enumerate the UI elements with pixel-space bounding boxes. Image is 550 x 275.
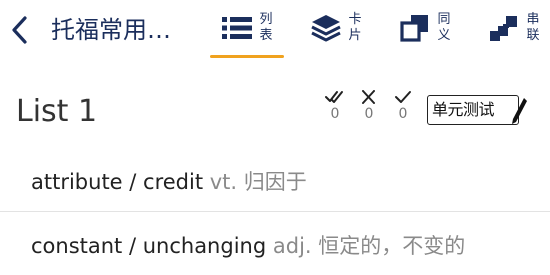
stat-wrong-count: 0 — [364, 106, 374, 122]
tab-synonyms-label: 同义 — [437, 12, 451, 43]
word-entry: constant / unchanging adj. 恒定的，不变的 — [31, 231, 465, 261]
tab-chain-label: 串联 — [526, 12, 540, 43]
word-meaning: 归因于 — [243, 170, 307, 194]
stat-correct: 0 — [393, 90, 413, 122]
stat-correct-count: 0 — [398, 106, 408, 122]
tab-list[interactable]: 列表 — [222, 12, 280, 46]
tab-synonyms[interactable]: 同义 — [400, 12, 458, 46]
word-row[interactable]: constant / unchanging adj. 恒定的，不变的 — [0, 217, 550, 275]
word-row[interactable]: attribute / credit vt. 归因于 — [0, 154, 550, 212]
word-text: constant / unchanging — [31, 234, 267, 258]
list-title: List 1 — [16, 94, 98, 129]
chain-steps-icon — [490, 16, 517, 41]
word-pos: vt. — [209, 170, 238, 194]
word-pos: adj. — [272, 234, 312, 258]
synonym-squares-icon — [400, 15, 428, 42]
chevron-left-icon — [12, 16, 27, 44]
tab-cards[interactable]: 卡片 — [311, 12, 369, 46]
cross-icon — [362, 90, 375, 104]
tab-cards-label: 卡片 — [348, 12, 362, 43]
check-icon — [395, 91, 411, 103]
cards-stack-icon — [311, 15, 341, 42]
unit-test-label: 单元测试 — [432, 100, 495, 119]
row-divider — [0, 211, 550, 212]
pencil-icon — [512, 98, 527, 124]
stat-known-twice: 0 — [325, 90, 345, 122]
list-icon — [222, 17, 252, 39]
unit-test-button[interactable]: 单元测试 — [427, 95, 527, 125]
word-meaning: 恒定的，不变的 — [318, 234, 466, 258]
stat-known-twice-count: 0 — [330, 106, 340, 122]
word-entry: attribute / credit vt. 归因于 — [31, 167, 307, 197]
tab-chain[interactable]: 串联 — [489, 12, 547, 46]
double-check-icon — [325, 91, 343, 103]
back-button[interactable] — [8, 14, 32, 46]
word-text: attribute / credit — [31, 170, 204, 194]
top-bar: 托福常用… 列表 卡片 同义 串联 — [0, 0, 550, 60]
active-tab-indicator — [210, 55, 284, 58]
tab-list-label: 列表 — [259, 12, 273, 43]
stat-wrong: 0 — [359, 90, 379, 122]
page-title: 托福常用… — [51, 16, 171, 44]
